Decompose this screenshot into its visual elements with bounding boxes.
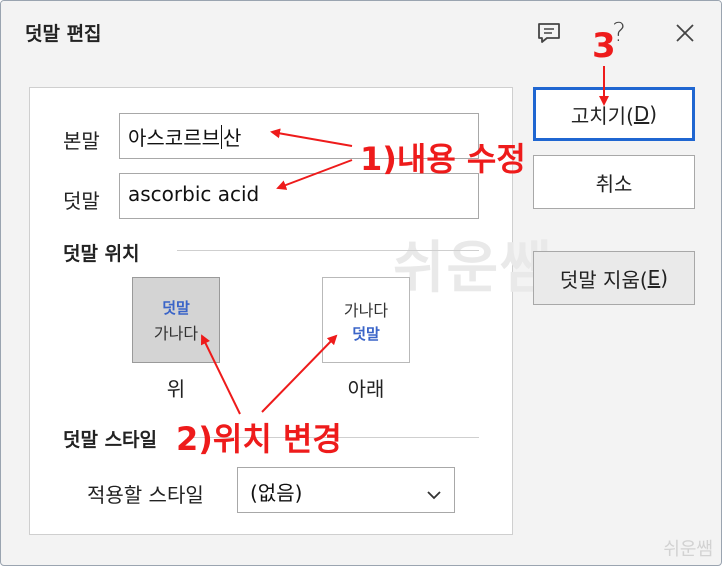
preview-ruby-text: 덧말: [162, 298, 190, 317]
apply-button[interactable]: 고치기(D): [533, 87, 695, 141]
preview-ruby-text: 덧말: [352, 324, 380, 343]
position-above-caption: 위: [166, 377, 186, 401]
dialog-title: 덧말 편집: [25, 23, 102, 45]
corner-watermark: 쉬운쌤: [663, 539, 713, 560]
apply-button-hotkey: D: [633, 102, 650, 126]
ruby-text-label: 덧말: [63, 189, 100, 213]
main-text-value-start: 아스코르브: [128, 126, 220, 150]
remove-ruby-button[interactable]: 덧말 지움(E): [533, 251, 695, 305]
annotation-step1: 1)내용 수정: [360, 140, 526, 178]
cancel-button[interactable]: 취소: [533, 155, 695, 209]
style-select-value: (없음): [250, 481, 303, 505]
position-section-title: 덧말 위치: [63, 243, 140, 265]
position-below-option[interactable]: 가나다 덧말: [322, 277, 410, 363]
watermark-text: 쉬운쌤: [393, 236, 554, 301]
close-icon[interactable]: [667, 15, 703, 51]
preview-base-text: 가나다: [343, 300, 389, 320]
main-text-value-end: 산: [223, 126, 242, 150]
position-section-divider: [177, 250, 479, 251]
remove-ruby-button-label-end: ): [660, 266, 669, 290]
style-select[interactable]: (없음): [237, 467, 455, 513]
style-section-title: 덧말 스타일: [63, 429, 158, 451]
text-caret: [221, 125, 222, 149]
chevron-down-icon: [426, 482, 442, 506]
preview-base-text: 가나다: [153, 323, 199, 343]
position-above-option[interactable]: 덧말 가나다: [132, 277, 220, 363]
apply-button-label: 고치기(: [570, 103, 634, 128]
ruby-edit-dialog: 덧말 편집 ? 쉬운쌤 본말 아스코르브 산 덧말 ascorbic acid 덧…: [0, 0, 722, 566]
annotation-step3: 3: [592, 26, 616, 66]
apply-button-label-end: ): [649, 102, 658, 126]
position-below-caption: 아래: [347, 377, 385, 401]
ruby-text-value: ascorbic acid: [128, 182, 260, 206]
remove-ruby-button-hotkey: E: [647, 266, 661, 290]
comment-icon[interactable]: [531, 15, 567, 51]
main-text-label: 본말: [63, 129, 100, 153]
apply-style-label: 적용할 스타일: [87, 483, 204, 507]
annotation-step2: 2)위치 변경: [176, 420, 342, 458]
remove-ruby-button-label: 덧말 지움(: [559, 267, 648, 292]
